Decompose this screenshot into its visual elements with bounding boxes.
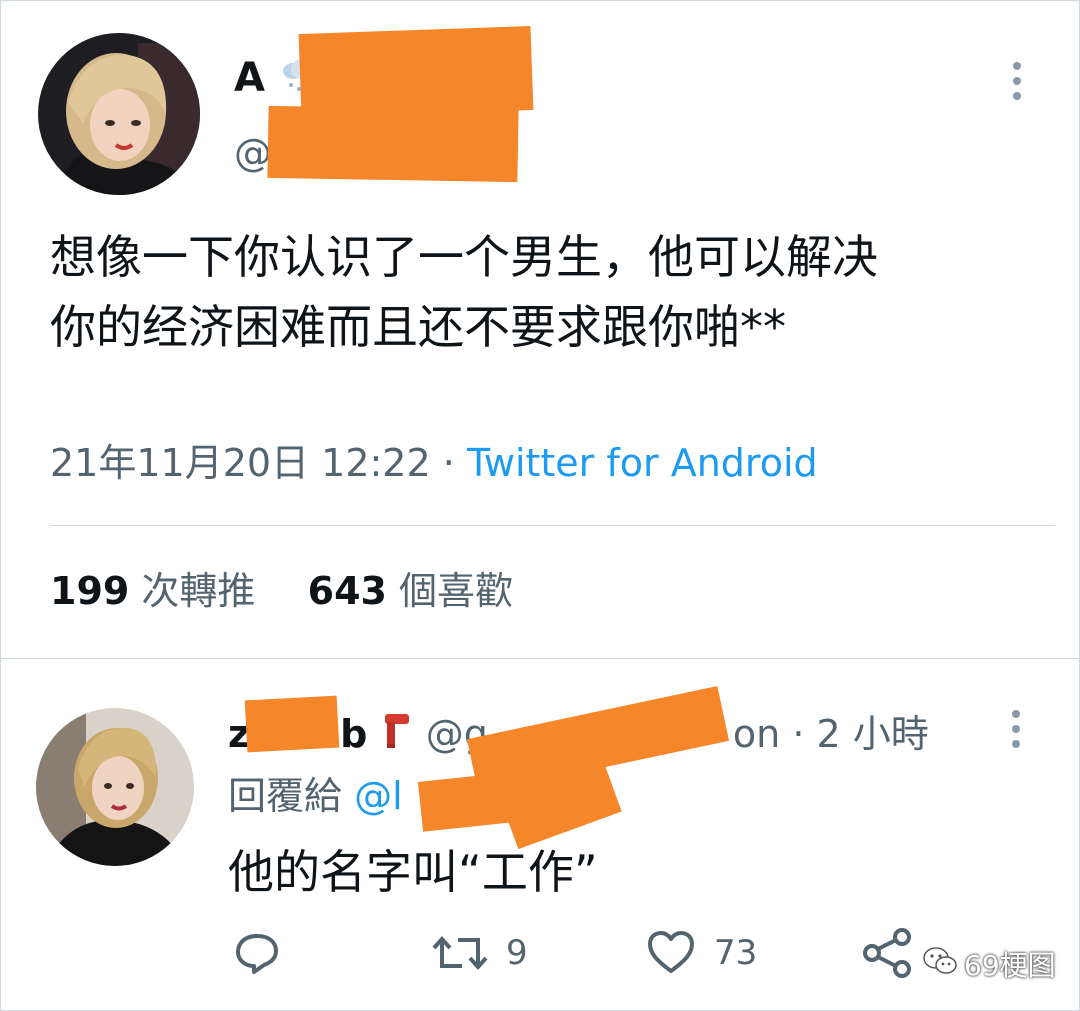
retweet-action-button[interactable]: 9	[432, 925, 528, 981]
retweet-icon	[432, 928, 488, 978]
like-count: 643	[307, 569, 387, 613]
author-avatar[interactable]	[38, 33, 200, 195]
reply-handle-end: on	[732, 712, 781, 756]
heart-icon	[646, 928, 696, 978]
share-icon	[862, 927, 914, 979]
watermark: 69梗图	[922, 940, 1056, 988]
retweets-stat[interactable]: 199 次轉推	[50, 569, 268, 613]
reply-to-line: 回覆給 @l	[228, 770, 403, 822]
share-action-button[interactable]	[862, 925, 914, 981]
retweet-count-reply: 9	[506, 933, 528, 973]
reply-more-options-button[interactable]	[1012, 710, 1020, 755]
redaction-reply-name	[244, 695, 340, 753]
tweet-source-link[interactable]: Twitter for Android	[467, 441, 818, 485]
reply-text: 他的名字叫“工作”	[228, 845, 598, 899]
retweet-label: 次轉推	[141, 569, 256, 613]
redaction-name	[298, 25, 534, 119]
watermark-text: 69梗图	[964, 949, 1056, 982]
likes-stat[interactable]: 643 個喜歡	[308, 569, 513, 613]
like-count-reply: 73	[714, 933, 758, 973]
author-name-visible: A	[234, 55, 265, 101]
reply-separator: ·	[792, 712, 805, 756]
tweet-timestamp[interactable]: 21年11月20日 12:22	[50, 441, 431, 485]
like-label: 個喜歡	[399, 569, 514, 613]
tweet-text-line-2: 你的经济困难而且还不要求跟你啪**	[50, 300, 786, 354]
tweet-text-line-1: 想像一下你认识了一个男生，他可以解决	[50, 230, 878, 284]
meta-separator: ·	[442, 441, 455, 485]
reply-time[interactable]: 2 小時	[817, 712, 929, 756]
author-handle[interactable]: @	[234, 130, 272, 176]
reply-name-end: b	[340, 712, 368, 756]
retweet-count: 199	[50, 569, 130, 613]
divider-top	[50, 525, 1055, 526]
more-options-button[interactable]	[1013, 62, 1021, 107]
divider-bottom	[0, 658, 1080, 659]
comment-icon	[232, 928, 282, 978]
wechat-icon	[922, 946, 958, 983]
redaction-handle	[267, 105, 519, 183]
reply-to-mention[interactable]: @l	[354, 774, 403, 818]
like-action-button[interactable]: 73	[646, 925, 757, 981]
reply-to-label: 回覆給	[228, 774, 343, 818]
reply-action-button[interactable]	[232, 925, 300, 981]
scarf-icon	[381, 710, 413, 763]
tweet-meta: 21年11月20日 12:22 · Twitter for Android	[50, 437, 818, 489]
reply-author-avatar[interactable]	[36, 708, 194, 866]
tweet-text: 想像一下你认识了一个男生，他可以解决 你的经济困难而且还不要求跟你啪**	[50, 222, 1040, 362]
tweet-stats: 199 次轉推 643 個喜歡	[50, 565, 513, 617]
